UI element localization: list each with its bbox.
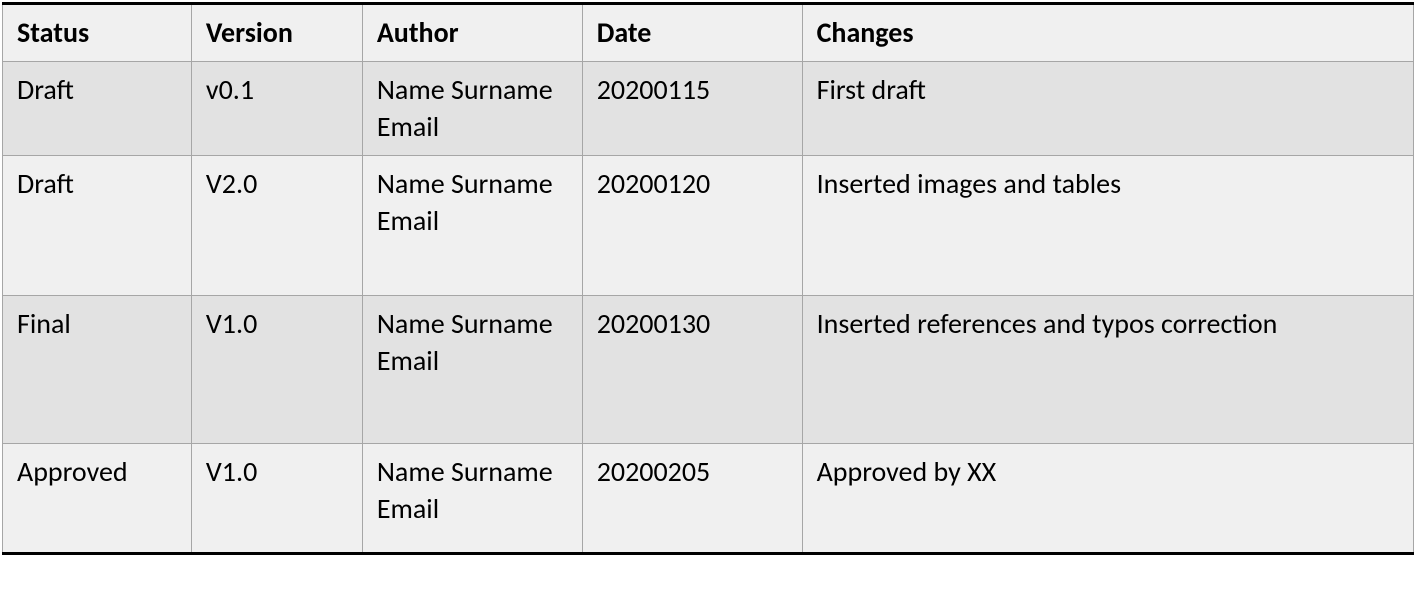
cell-status: Approved	[3, 444, 192, 554]
revision-history-table: Status Version Author Date Changes Draft…	[2, 2, 1414, 555]
cell-author: Name Surname Email	[362, 156, 582, 296]
cell-author-name: Name Surname	[377, 454, 553, 489]
cell-changes: First draft	[802, 62, 1413, 156]
table-row: Draft v0.1 Name Surname Email 20200115 F…	[3, 62, 1414, 156]
col-header-version: Version	[191, 4, 362, 62]
cell-author-email: Email	[377, 343, 439, 378]
cell-version: V1.0	[191, 444, 362, 554]
cell-version: V1.0	[191, 296, 362, 444]
table-row: Draft V2.0 Name Surname Email 20200120 I…	[3, 156, 1414, 296]
cell-author-name: Name Surname	[377, 306, 553, 341]
col-header-author: Author	[362, 4, 582, 62]
cell-version: v0.1	[191, 62, 362, 156]
table-header-row: Status Version Author Date Changes	[3, 4, 1414, 62]
cell-date: 20200120	[582, 156, 802, 296]
cell-author-email: Email	[377, 491, 439, 526]
cell-changes: Inserted images and tables	[802, 156, 1413, 296]
cell-author-name: Name Surname	[377, 72, 553, 107]
col-header-date: Date	[582, 4, 802, 62]
cell-date: 20200115	[582, 62, 802, 156]
cell-author-name: Name Surname	[377, 166, 553, 201]
cell-author: Name Surname Email	[362, 296, 582, 444]
col-header-changes: Changes	[802, 4, 1413, 62]
cell-author: Name Surname Email	[362, 444, 582, 554]
cell-author: Name Surname Email	[362, 62, 582, 156]
cell-changes: Approved by XX	[802, 444, 1413, 554]
cell-status: Draft	[3, 156, 192, 296]
cell-status: Draft	[3, 62, 192, 156]
cell-changes: Inserted references and typos correction	[802, 296, 1413, 444]
cell-status: Final	[3, 296, 192, 444]
col-header-status: Status	[3, 4, 192, 62]
cell-author-email: Email	[377, 203, 439, 238]
table-row: Final V1.0 Name Surname Email 20200130 I…	[3, 296, 1414, 444]
cell-author-email: Email	[377, 109, 439, 144]
table-row: Approved V1.0 Name Surname Email 2020020…	[3, 444, 1414, 554]
cell-version: V2.0	[191, 156, 362, 296]
cell-date: 20200130	[582, 296, 802, 444]
cell-date: 20200205	[582, 444, 802, 554]
